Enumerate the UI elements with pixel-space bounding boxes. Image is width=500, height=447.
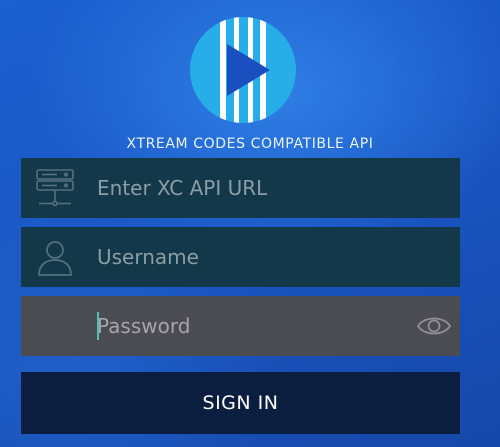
eye-icon[interactable]: [416, 310, 452, 342]
password-field[interactable]: [21, 296, 460, 356]
app-tagline: XTREAM CODES COMPATIBLE API: [126, 136, 374, 152]
text-cursor: [97, 312, 99, 340]
xc-play-logo-icon: [190, 17, 296, 123]
user-icon: [38, 241, 72, 276]
server-icon: [36, 169, 74, 207]
api-url-input[interactable]: [97, 158, 397, 218]
api-url-field[interactable]: [21, 158, 460, 218]
username-input[interactable]: [97, 227, 397, 287]
sign-in-button[interactable]: SIGN IN: [21, 372, 460, 434]
username-field[interactable]: [21, 227, 460, 287]
password-input[interactable]: [97, 296, 397, 356]
